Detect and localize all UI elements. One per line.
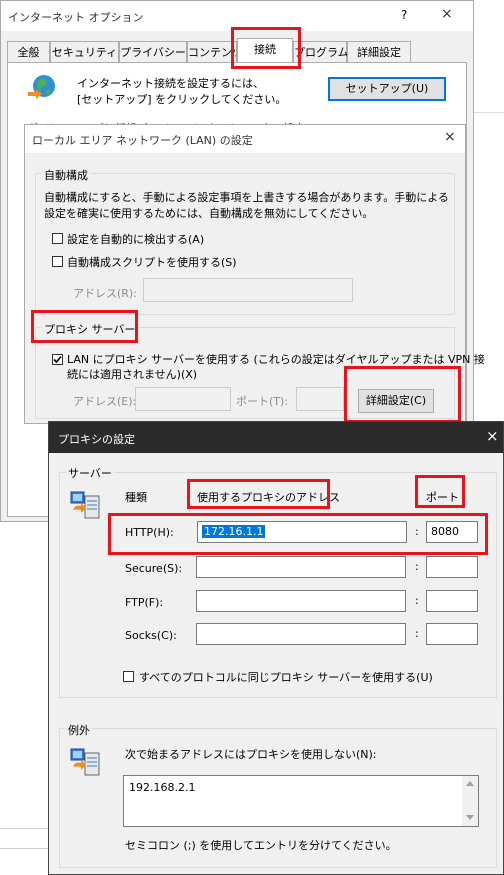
exceptions-value: 192.168.2.1 — [129, 781, 196, 794]
servers-group-label: サーバー — [66, 465, 114, 481]
highlight-connections-tab — [231, 27, 301, 69]
title-bar: ローカル エリア ネットワーク (LAN) の設定 × — [25, 125, 465, 153]
globe-icon — [26, 72, 58, 104]
setup-description-2: [セットアップ] をクリックしてください。 — [77, 93, 287, 106]
scroll-up-icon[interactable] — [466, 781, 474, 786]
script-address-input[interactable] — [143, 278, 353, 302]
same-proxy-checkbox[interactable] — [123, 671, 134, 682]
socks-port-input[interactable] — [426, 623, 478, 645]
secure-port-input[interactable] — [426, 556, 478, 578]
close-button[interactable]: × — [444, 129, 456, 145]
proxy-port-input[interactable] — [296, 387, 344, 411]
tab-programs[interactable]: プログラム — [293, 41, 349, 62]
highlight-proxy-server-label — [31, 310, 138, 343]
ftp-port-input[interactable] — [426, 590, 478, 612]
auto-script-label: 自動構成スクリプトを使用する(S) — [67, 256, 237, 269]
setup-description-1: インターネット接続を設定するには、 — [77, 77, 264, 90]
use-proxy-label-2: 続には適用されません)(X) — [67, 368, 198, 381]
dialog-title: プロキシの設定 — [58, 433, 135, 446]
auto-script-checkbox[interactable] — [52, 256, 63, 267]
use-proxy-label-1: LAN にプロキシ サーバーを使用する (これらの設定はダイヤルアップまたは V… — [67, 353, 485, 366]
script-address-label: アドレス(R): — [73, 287, 137, 300]
help-button[interactable]: ? — [401, 8, 407, 22]
socks-label: Socks(C): — [125, 629, 177, 642]
proxy-address-input[interactable] — [135, 387, 231, 411]
background-line — [0, 828, 48, 829]
type-header: 種類 — [125, 491, 147, 504]
background-line — [473, 112, 504, 113]
tab-security[interactable]: セキュリティ — [50, 41, 119, 62]
auto-config-group-label: 自動構成 — [42, 167, 90, 183]
secure-label: Secure(S): — [125, 562, 183, 575]
exceptions-textarea[interactable]: 192.168.2.1 — [123, 775, 479, 827]
ftp-address-input[interactable] — [196, 590, 406, 612]
ftp-label: FTP(F): — [125, 596, 164, 609]
exceptions-note: セミコロン (;) を使用してエントリを分けてください。 — [125, 839, 397, 852]
close-button[interactable]: × — [486, 427, 499, 445]
setup-button[interactable]: セットアップ(U) — [328, 77, 446, 101]
scrollbar[interactable] — [462, 776, 478, 826]
tab-content[interactable]: コンテンツ — [187, 41, 237, 62]
scroll-down-icon[interactable] — [466, 815, 474, 820]
auto-detect-label: 設定を自動的に検出する(A) — [67, 233, 205, 246]
colon: : — [415, 627, 419, 640]
dialog-title: ローカル エリア ネットワーク (LAN) の設定 — [32, 134, 253, 147]
highlight-address-header — [187, 479, 330, 509]
window-title: インターネット オプション — [8, 11, 144, 24]
highlight-http-row — [108, 513, 488, 555]
network-computer-icon — [69, 745, 103, 779]
socks-address-input[interactable] — [196, 623, 406, 645]
close-button[interactable]: × — [441, 6, 453, 22]
network-computer-icon — [69, 488, 103, 522]
auto-config-description-2: 設定を確実に使用するためには、自動構成を無効にしてください。 — [44, 207, 374, 220]
exceptions-group-label: 例外 — [66, 722, 92, 738]
highlight-advanced-button — [344, 366, 461, 423]
colon: : — [415, 594, 419, 607]
auto-config-description-1: 自動構成にすると、手動による設定事項を上書きする場合があります。手動による — [44, 191, 449, 204]
background-line — [0, 848, 48, 849]
colon: : — [415, 560, 419, 573]
tab-general[interactable]: 全般 — [7, 41, 50, 62]
tab-advanced[interactable]: 詳細設定 — [347, 41, 411, 62]
proxy-port-label: ポート(T): — [236, 395, 289, 408]
highlight-port-header — [415, 475, 465, 508]
same-proxy-label: すべてのプロトコルに同じプロキシ サーバーを使用する(U) — [139, 671, 433, 684]
exceptions-label: 次で始まるアドレスにはプロキシを使用しない(N): — [125, 748, 377, 761]
use-proxy-checkbox[interactable] — [52, 354, 63, 365]
proxy-address-label: アドレス(E): — [73, 395, 137, 408]
checkmark-icon — [53, 355, 62, 364]
secure-address-input[interactable] — [196, 556, 406, 578]
tab-privacy[interactable]: プライバシー — [119, 41, 187, 62]
auto-detect-checkbox[interactable] — [52, 233, 63, 244]
title-bar: プロキシの設定 × — [49, 422, 503, 453]
